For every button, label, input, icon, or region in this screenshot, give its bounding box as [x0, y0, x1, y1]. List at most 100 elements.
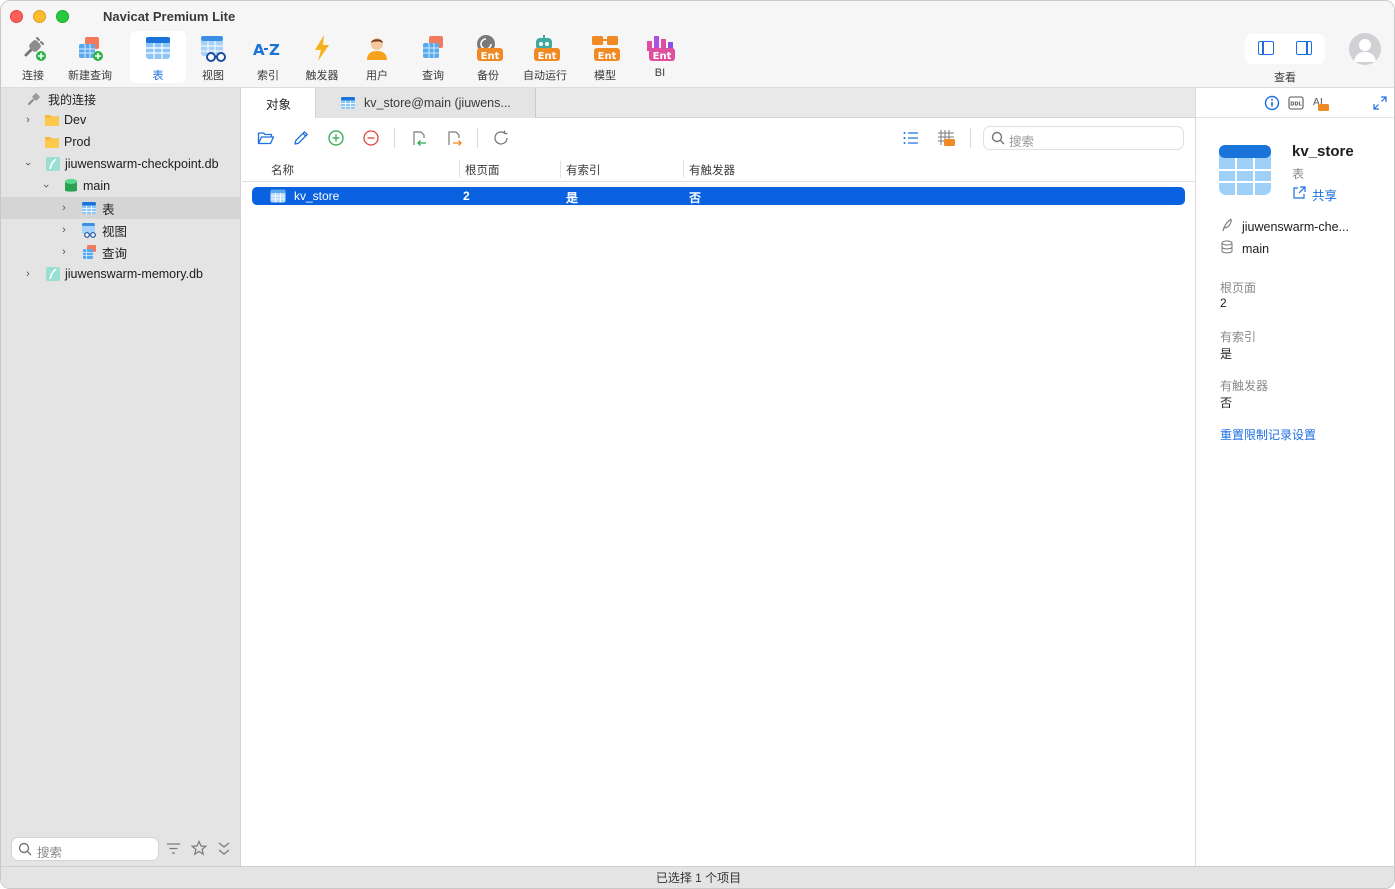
- chevron-right-icon[interactable]: ›: [59, 247, 69, 258]
- column-divider: [683, 160, 684, 178]
- tree-item-queries[interactable]: › 查询: [1, 241, 241, 263]
- toolbar-automation-button[interactable]: Ent 自动运行: [517, 31, 573, 83]
- close-window-button[interactable]: [10, 10, 23, 23]
- filter-icon[interactable]: [166, 841, 181, 859]
- table-icon: [340, 95, 356, 114]
- sqlite-feather-icon: [1220, 218, 1234, 235]
- toolbar-query-button[interactable]: 查询: [405, 31, 461, 83]
- share-label: 共享: [1312, 189, 1338, 203]
- folder-icon: [44, 112, 60, 128]
- open-folder-icon[interactable]: [257, 129, 275, 147]
- grid-view-icon[interactable]: [937, 129, 955, 147]
- add-circle-icon[interactable]: [327, 129, 345, 147]
- user-icon: [362, 33, 392, 63]
- chevron-right-icon[interactable]: ›: [23, 115, 33, 126]
- tree-item-views[interactable]: › 视图: [1, 219, 241, 241]
- toolbar-model-button[interactable]: Ent 模型: [577, 31, 633, 83]
- tree-item-prod[interactable]: Prod: [1, 131, 241, 153]
- object-search-input[interactable]: 搜索: [983, 126, 1184, 150]
- tree-item-tables[interactable]: › 表: [1, 197, 241, 219]
- bi-icon: Ent: [645, 33, 675, 63]
- svg-text:DDL: DDL: [1290, 102, 1302, 108]
- toolbar-user-button[interactable]: 用户: [349, 31, 405, 83]
- model-icon: Ent: [590, 33, 620, 63]
- chevron-right-icon[interactable]: ›: [59, 225, 69, 236]
- cell-name: kv_store: [294, 189, 340, 203]
- tree-label: 表: [102, 202, 115, 217]
- toolbar-index-label: 索引: [257, 70, 279, 82]
- avatar[interactable]: [1349, 33, 1381, 65]
- share-button[interactable]: 共享: [1292, 185, 1337, 204]
- tab-bar: 对象 kv_store@main (jiuwens...: [242, 88, 1195, 118]
- column-header-name[interactable]: 名称: [271, 162, 294, 178]
- toolbar-backup-button[interactable]: Ent 备份: [460, 31, 516, 83]
- left-sidebar-toggle-icon[interactable]: [1258, 41, 1274, 55]
- toolbar-table-button[interactable]: 表: [130, 31, 186, 83]
- object-toolbar: 搜索: [242, 119, 1195, 157]
- toolbar-connect-button[interactable]: 连接: [5, 31, 61, 83]
- tab-objects[interactable]: 对象: [242, 88, 316, 118]
- query-icon: [418, 33, 448, 63]
- zoom-window-button[interactable]: [56, 10, 69, 23]
- import-icon[interactable]: [410, 129, 428, 147]
- table-icon: [143, 33, 173, 63]
- minimize-window-button[interactable]: [33, 10, 46, 23]
- column-header-has-trigger[interactable]: 有触发器: [689, 162, 735, 178]
- chevron-down-icon[interactable]: ›: [40, 181, 52, 191]
- toolbar-new-query-button[interactable]: 新建查询: [62, 31, 118, 83]
- tree-item-memory-db[interactable]: › jiuwenswarm-memory.db: [1, 263, 241, 285]
- view-icon: [198, 33, 228, 63]
- inspector-tabs: DDL AI: [1196, 88, 1394, 118]
- inspector-database-label: jiuwenswarm-che...: [1242, 219, 1349, 234]
- table-row[interactable]: kv_store 2 是 否: [252, 187, 1185, 205]
- chevron-right-icon[interactable]: ›: [23, 269, 33, 280]
- inspector-schema-label: main: [1242, 241, 1270, 256]
- right-sidebar-toggle-icon[interactable]: [1296, 41, 1312, 55]
- remove-circle-icon[interactable]: [362, 129, 380, 147]
- title-toolbar: Navicat Premium Lite 连接 新建查询 表 视图 A Z 索引…: [1, 1, 1394, 88]
- tree-label: Prod: [64, 135, 91, 149]
- toolbar-view-button[interactable]: 视图: [185, 31, 241, 83]
- sidebar-search-input[interactable]: 搜索: [11, 837, 159, 861]
- export-icon[interactable]: [445, 129, 463, 147]
- tree-item-dev[interactable]: › Dev: [1, 109, 241, 131]
- inspector-field-key: 有索引: [1220, 330, 1257, 344]
- edit-pencil-icon[interactable]: [292, 129, 310, 147]
- svg-text:A: A: [253, 41, 265, 59]
- folder-icon: [44, 134, 60, 150]
- toolbar-trigger-button[interactable]: 触发器: [294, 31, 350, 83]
- toolbar-user-label: 用户: [366, 70, 388, 82]
- ai-icon[interactable]: AI: [1312, 94, 1330, 115]
- chevron-right-icon[interactable]: ›: [59, 203, 69, 214]
- toolbar-bi-button[interactable]: Ent BI: [632, 31, 688, 83]
- collapse-icon[interactable]: [217, 841, 231, 859]
- column-header-root-page[interactable]: 根页面: [465, 162, 500, 178]
- table-icon: [81, 200, 97, 216]
- refresh-icon[interactable]: [492, 129, 510, 147]
- info-icon[interactable]: [1264, 95, 1280, 114]
- chevron-down-icon[interactable]: ›: [22, 159, 34, 169]
- toolbar-index-button[interactable]: A Z 索引: [240, 31, 296, 83]
- svg-text:Ent: Ent: [598, 51, 617, 62]
- tree-item-main-schema[interactable]: › main: [1, 175, 241, 197]
- sqlite-icon: [45, 156, 61, 172]
- expand-icon[interactable]: [1373, 96, 1387, 113]
- star-icon[interactable]: [190, 840, 208, 859]
- share-icon: [1292, 186, 1306, 203]
- tree-root-my-connections[interactable]: 我的连接: [1, 88, 241, 110]
- list-view-icon[interactable]: [902, 129, 920, 147]
- toolbar-backup-label: 备份: [477, 70, 499, 82]
- database-icon: [1220, 240, 1234, 257]
- lightning-icon: [307, 33, 337, 63]
- tab-kv-store[interactable]: kv_store@main (jiuwens...: [316, 88, 536, 118]
- ddl-icon[interactable]: DDL: [1288, 95, 1304, 114]
- object-table-header: 名称 根页面 有索引 有触发器: [242, 157, 1195, 182]
- tree-item-checkpoint-db[interactable]: › jiuwenswarm-checkpoint.db: [1, 153, 241, 175]
- status-bar: 已选择 1 个项目: [1, 866, 1394, 888]
- search-icon: [991, 131, 1005, 148]
- column-header-has-index[interactable]: 有索引: [566, 162, 601, 178]
- toolbar-query-label: 查询: [422, 70, 444, 82]
- inspector-schema: main: [1220, 240, 1269, 257]
- reset-limit-settings-link[interactable]: 重置限制记录设置: [1220, 426, 1316, 443]
- toolbar-automation-label: 自动运行: [523, 70, 567, 82]
